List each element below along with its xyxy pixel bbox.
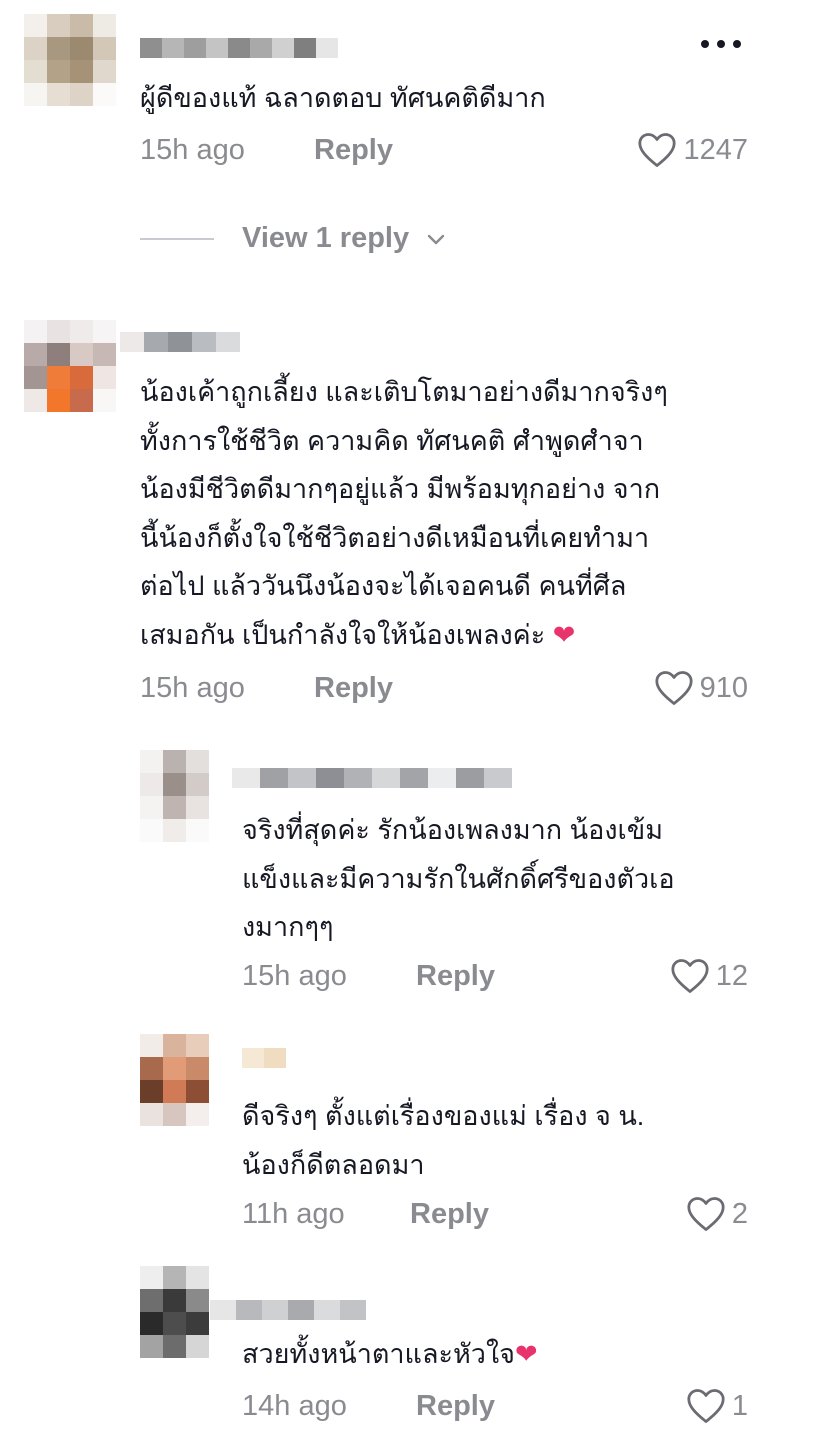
heart-emoji-icon: ❤ (552, 619, 576, 650)
reply-line: น้องก็ดีตลอดมา (242, 1149, 425, 1180)
view-replies-label: View 1 reply (242, 222, 410, 254)
like-button[interactable]: 910 (654, 670, 748, 706)
comment-timestamp: 15h ago (140, 672, 245, 704)
divider-line (140, 237, 214, 240)
reply-line: แข็งและมีความรักในศักดิ์ศรีของตัวเอ (242, 863, 675, 894)
username-blurred[interactable] (232, 768, 512, 788)
heart-outline-icon (638, 133, 677, 167)
username-blurred[interactable] (210, 1300, 366, 1320)
comment-line: ผู้ดีของแท้ ฉลาดตอบ ทัศนคติดีมาก (140, 83, 546, 113)
like-count: 1 (731, 1389, 748, 1422)
heart-outline-icon (671, 959, 709, 993)
reply-button[interactable]: Reply (416, 960, 495, 993)
username-blurred[interactable] (120, 332, 240, 352)
like-count: 1247 (683, 133, 748, 166)
like-count: 910 (699, 671, 748, 704)
avatar[interactable] (140, 1034, 209, 1126)
heart-outline-icon (655, 671, 693, 705)
comment-line: ต่อไป แล้ววันนึงน้องจะได้เจอคนดี คนที่ศี… (140, 571, 627, 601)
like-count: 12 (715, 959, 748, 992)
reply-timestamp: 11h ago (242, 1198, 345, 1230)
comment-line: น้องมีชีวิตดีมากๆอยู่แล้ว มีพร้อมทุกอย่า… (140, 474, 661, 504)
reply-button[interactable]: Reply (416, 1390, 495, 1423)
reply-text: จริงที่สุดค่ะ รักน้องเพลงมาก น้องเข้ม แข… (242, 806, 675, 952)
like-button[interactable]: 1247 (637, 132, 748, 168)
reply-line-with-emoji: สวยทั้งหน้าตาและหัวใจ❤ (242, 1339, 538, 1369)
heart-emoji-icon: ❤ (514, 1339, 538, 1369)
chevron-down-icon (427, 234, 445, 244)
comment-text: ผู้ดีของแท้ ฉลาดตอบ ทัศนคติดีมาก (140, 74, 546, 123)
reply-line: จริงที่สุดค่ะ รักน้องเพลงมาก น้องเข้ม (242, 815, 663, 845)
reply-line: งมากๆๆ (242, 912, 334, 942)
comment-line: นี้น้องก็ตั้งใจใช้ชีวิตอย่างดีเหมือนที่เ… (140, 522, 650, 553)
avatar[interactable] (24, 320, 116, 412)
avatar[interactable] (140, 750, 209, 842)
reply-button[interactable]: Reply (314, 672, 393, 705)
reply-text: ดีจริงๆ ตั้งแต่เรื่องของแม่ เรื่อง จ น. … (242, 1092, 644, 1189)
avatar[interactable] (24, 14, 116, 106)
comment-line-with-emoji: เสมอกัน เป็นกำลังใจให้น้องเพลงค่ะ ❤ (140, 619, 576, 650)
view-replies-button[interactable]: View 1 reply (140, 222, 449, 255)
like-count: 2 (731, 1197, 748, 1230)
reply-line: ดีจริงๆ ตั้งแต่เรื่องของแม่ เรื่อง จ น. (242, 1101, 645, 1131)
avatar[interactable] (140, 1266, 209, 1358)
reply-button[interactable]: Reply (314, 134, 393, 167)
like-button[interactable]: 2 (686, 1196, 748, 1232)
like-button[interactable]: 12 (670, 958, 748, 994)
heart-outline-icon (687, 1389, 725, 1423)
username-blurred[interactable] (242, 1048, 286, 1068)
reply-button[interactable]: Reply (410, 1198, 489, 1231)
comment-text: น้องเค้าถูกเลี้ยง และเติบโตมาอย่างดีมากจ… (140, 368, 668, 659)
comment-line: น้องเค้าถูกเลี้ยง และเติบโตมาอย่างดีมากจ… (140, 377, 668, 407)
heart-outline-icon (687, 1197, 725, 1231)
comment-timestamp: 15h ago (140, 134, 245, 166)
comment-line: ทั้งการใช้ชีวิต ความคิด ทัศนคติ ศำพูดศำจ… (140, 425, 644, 456)
like-button[interactable]: 1 (686, 1388, 748, 1424)
more-dots-icon[interactable] (697, 26, 745, 65)
reply-timestamp: 15h ago (242, 960, 347, 992)
reply-text: สวยทั้งหน้าตาและหัวใจ❤ (242, 1330, 538, 1379)
reply-timestamp: 14h ago (242, 1390, 347, 1422)
username-blurred[interactable] (140, 38, 338, 58)
